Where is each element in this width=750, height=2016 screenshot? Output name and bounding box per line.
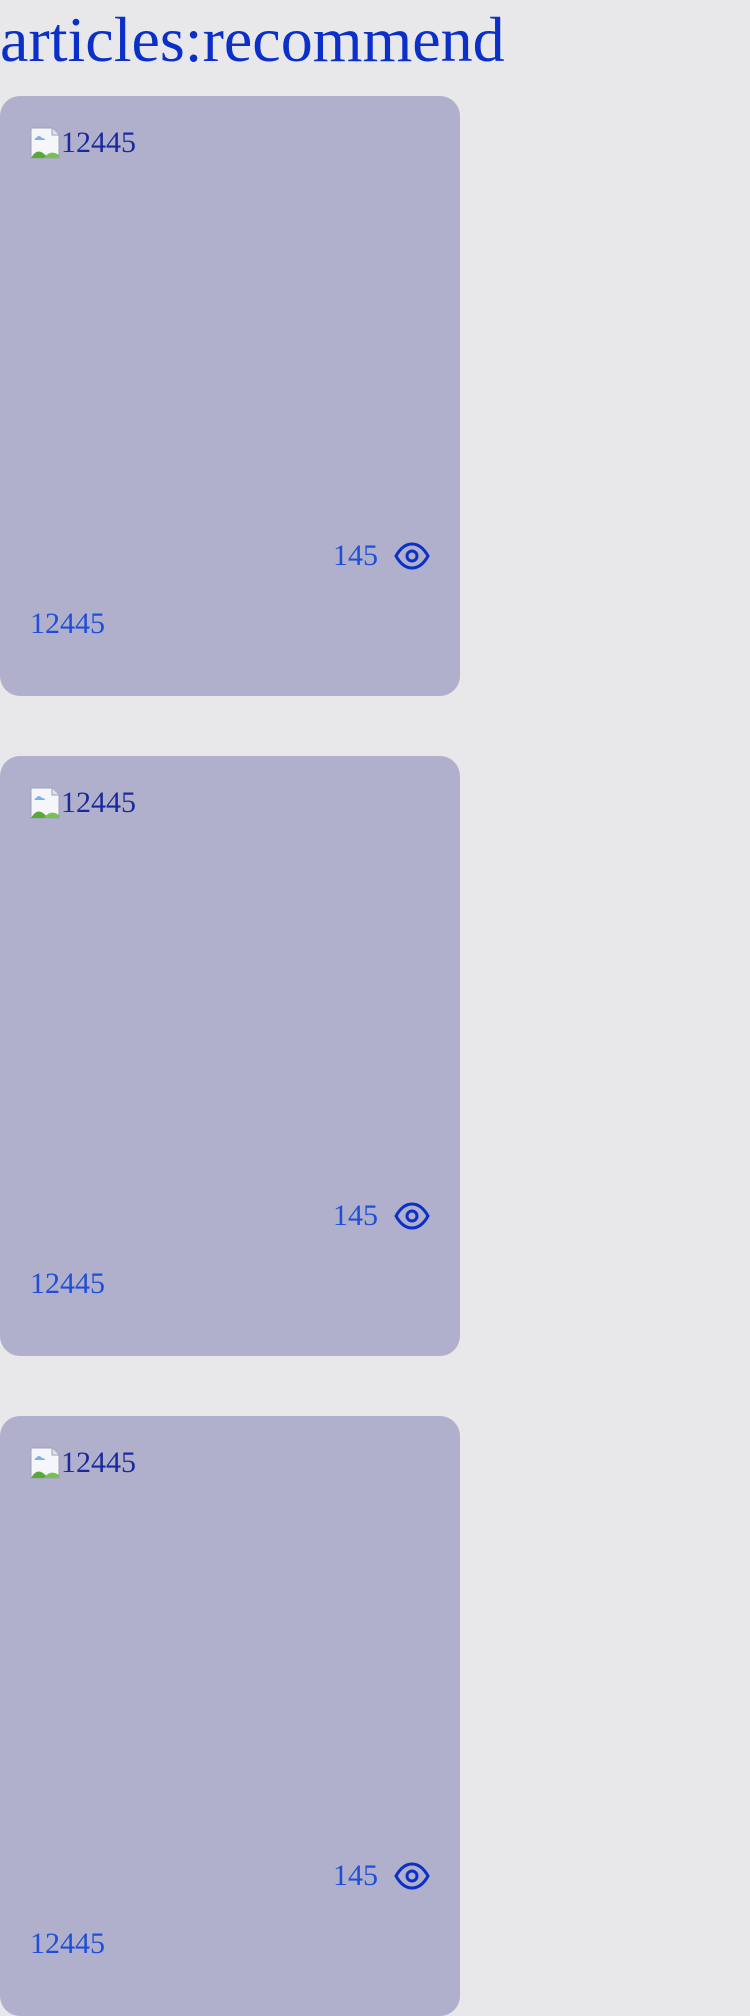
article-image: 12445: [30, 786, 136, 820]
article-card[interactable]: 12445 145 12445: [0, 756, 460, 1356]
article-title[interactable]: 12445: [30, 604, 105, 644]
eye-icon: [394, 1862, 430, 1890]
article-image: 12445: [30, 1446, 136, 1480]
view-count: 145: [333, 539, 378, 572]
page-title: articles:recommend: [0, 4, 505, 75]
article-image-alt: 12445: [61, 786, 136, 819]
broken-image-icon: [30, 787, 60, 819]
article-views: 145: [333, 536, 430, 576]
article-title[interactable]: 12445: [30, 1264, 105, 1304]
article-card[interactable]: 12445 145 12445: [0, 96, 460, 696]
article-card[interactable]: 12445 145 12445: [0, 1416, 460, 2016]
view-count: 145: [333, 1859, 378, 1892]
view-count: 145: [333, 1199, 378, 1232]
article-views: 145: [333, 1196, 430, 1236]
article-views: 145: [333, 1856, 430, 1896]
article-image: 12445: [30, 126, 136, 160]
eye-icon: [394, 1202, 430, 1230]
eye-icon: [394, 542, 430, 570]
broken-image-icon: [30, 1447, 60, 1479]
article-title[interactable]: 12445: [30, 1924, 105, 1964]
article-image-alt: 12445: [61, 126, 136, 159]
article-image-alt: 12445: [61, 1446, 136, 1479]
broken-image-icon: [30, 127, 60, 159]
